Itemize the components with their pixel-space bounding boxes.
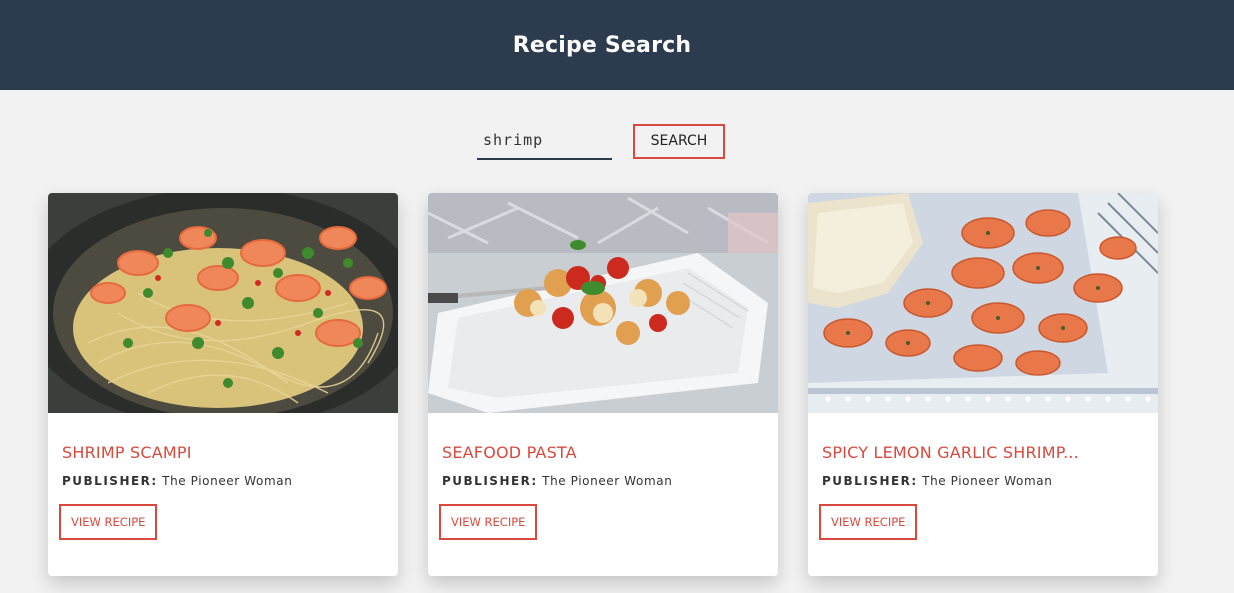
page-title: Recipe Search <box>512 32 692 58</box>
recipe-card: SHRIMP SCAMPI PUBLISHER: The Pioneer Wom… <box>48 193 398 576</box>
publisher-name: The Pioneer Woman <box>162 474 293 488</box>
recipe-card: SPICY LEMON GARLIC SHRIMP... PUBLISHER: … <box>808 193 1158 576</box>
recipe-card: SEAFOOD PASTA PUBLISHER: The Pioneer Wom… <box>428 193 778 576</box>
publisher-name: The Pioneer Woman <box>922 474 1053 488</box>
publisher-label: PUBLISHER: <box>442 474 538 488</box>
search-button[interactable]: SEARCH <box>633 123 725 159</box>
app-header: Recipe Search <box>0 0 1234 90</box>
recipe-title[interactable]: SPICY LEMON GARLIC SHRIMP... <box>822 443 1144 462</box>
recipe-title[interactable]: SEAFOOD PASTA <box>442 443 764 462</box>
search-input[interactable] <box>477 122 612 160</box>
view-recipe-button[interactable]: VIEW RECIPE <box>439 504 538 540</box>
publisher-label: PUBLISHER: <box>62 474 158 488</box>
recipe-title[interactable]: SHRIMP SCAMPI <box>62 443 384 462</box>
recipe-image[interactable] <box>428 193 778 413</box>
view-recipe-button[interactable]: VIEW RECIPE <box>59 504 158 540</box>
recipe-publisher: PUBLISHER: The Pioneer Woman <box>62 474 384 488</box>
publisher-label: PUBLISHER: <box>822 474 918 488</box>
publisher-name: The Pioneer Woman <box>542 474 673 488</box>
view-recipe-button[interactable]: VIEW RECIPE <box>819 504 918 540</box>
recipe-image[interactable] <box>48 193 398 413</box>
search-bar: SEARCH <box>477 122 725 160</box>
recipe-publisher: PUBLISHER: The Pioneer Woman <box>442 474 764 488</box>
recipe-image[interactable] <box>808 193 1158 413</box>
recipe-publisher: PUBLISHER: The Pioneer Woman <box>822 474 1144 488</box>
